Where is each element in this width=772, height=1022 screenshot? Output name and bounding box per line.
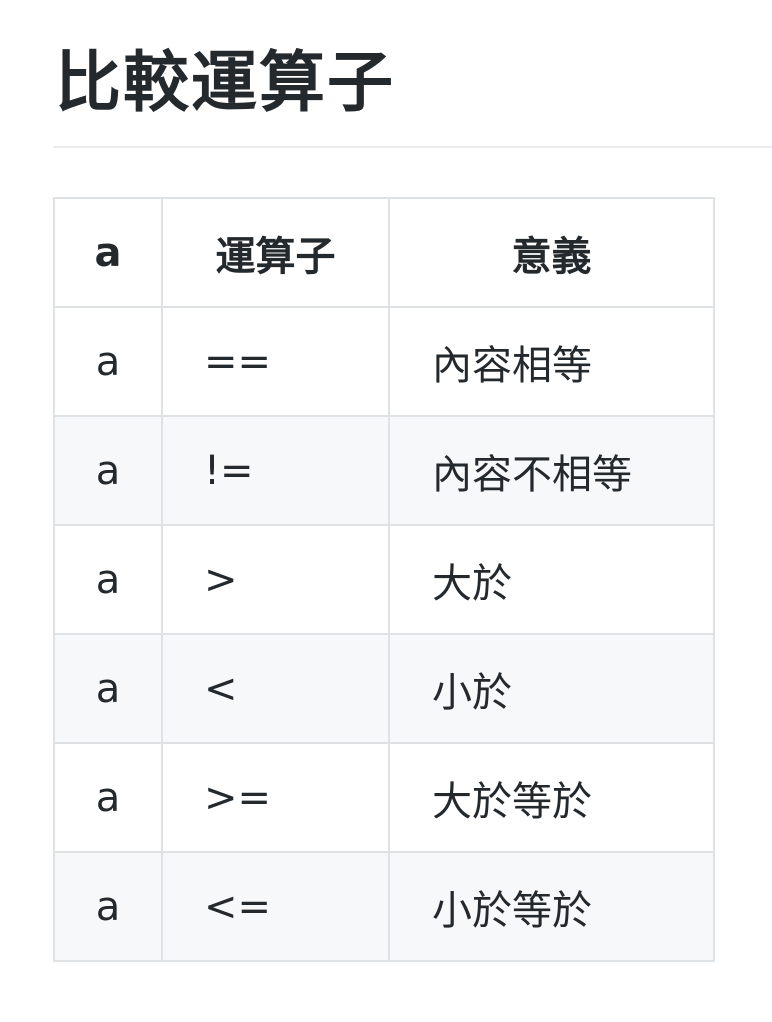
meaning-cell: 內容不相等 [388,415,715,526]
meaning-cell: 小於等於 [388,851,715,962]
operator-cell: > [161,524,390,635]
heading-divider [53,146,772,148]
table-row: a == 內容相等 [53,306,715,417]
column-header-operand: a [53,197,163,308]
table-header-row: a 運算子 意義 [53,197,715,308]
operand-cell: a [53,633,163,744]
meaning-cell: 大於 [388,524,715,635]
table-row: a <= 小於等於 [53,851,715,962]
operator-cell: >= [161,742,390,853]
page-heading: 比較運算子 [55,44,395,121]
operand-cell: a [53,851,163,962]
table-row: a >= 大於等於 [53,742,715,853]
table-row: a != 內容不相等 [53,415,715,526]
table-row: a < 小於 [53,633,715,744]
meaning-cell: 大於等於 [388,742,715,853]
operator-cell: != [161,415,390,526]
operator-cell: < [161,633,390,744]
meaning-cell: 小於 [388,633,715,744]
column-header-operator: 運算子 [161,197,390,308]
operand-cell: a [53,742,163,853]
comparison-operators-table: a 運算子 意義 a == 內容相等 a != 內容不相等 a > 大於 a <… [53,197,715,962]
table-row: a > 大於 [53,524,715,635]
operator-cell: == [161,306,390,417]
operand-cell: a [53,415,163,526]
column-header-meaning: 意義 [388,197,715,308]
meaning-cell: 內容相等 [388,306,715,417]
operator-cell: <= [161,851,390,962]
operand-cell: a [53,524,163,635]
operand-cell: a [53,306,163,417]
